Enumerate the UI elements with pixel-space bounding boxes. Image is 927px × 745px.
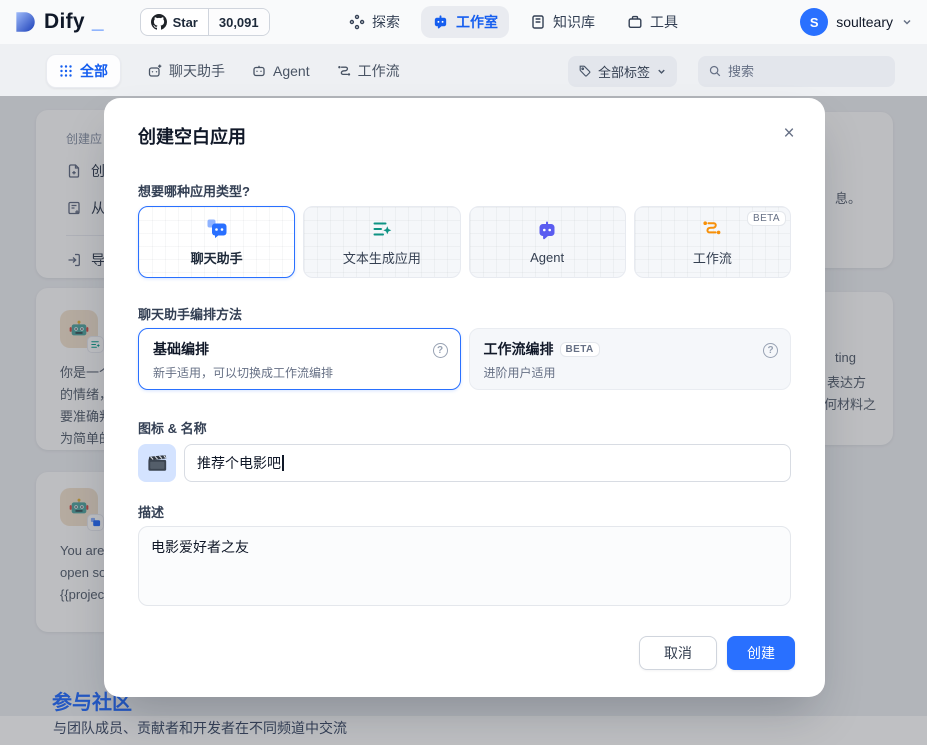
tab-agent[interactable]: Agent — [251, 63, 310, 79]
nav-item-explore[interactable]: 探索 — [338, 6, 411, 38]
apps-tabbar: 全部 聊天助手 Agent 工作流 全部标签 — [0, 44, 927, 98]
help-icon[interactable]: ? — [432, 343, 448, 358]
help-icon[interactable]: ? — [763, 343, 778, 358]
logo-text: Dify — [44, 10, 85, 33]
user-name: soulteary — [836, 14, 893, 30]
icon-name-label: 图标 & 名称 — [138, 421, 207, 436]
clapperboard-icon — [146, 452, 168, 474]
chat-assistant-icon — [205, 217, 229, 241]
modal-title: 创建空白应用 — [138, 127, 246, 147]
beta-badge: BETA — [559, 341, 600, 357]
option-title: 基础编排 — [153, 341, 209, 357]
cancel-button[interactable]: 取消 — [639, 636, 717, 670]
app-icon-picker[interactable] — [138, 444, 176, 482]
dify-logo[interactable]: Dify _ — [12, 9, 104, 35]
text-generation-icon — [370, 217, 394, 241]
robot-icon — [432, 14, 449, 31]
avatar[interactable]: S — [800, 8, 829, 36]
grid-icon — [59, 64, 73, 78]
type-card-label: Agent — [530, 250, 565, 265]
tab-workflow[interactable]: 工作流 — [336, 61, 400, 81]
github-icon — [150, 14, 167, 30]
create-blank-app-modal: 创建空白应用 × 想要哪种应用类型? 聊天助手 文本生成应用 Agent BET… — [104, 98, 825, 697]
tab-all[interactable]: 全部 — [46, 54, 121, 88]
option-subtitle: 进阶用户适用 — [483, 366, 556, 380]
top-navbar: Dify _ Star 30,091 探索 工作室 知识库 工具 S soult… — [0, 0, 927, 44]
tab-label: 工作流 — [357, 63, 400, 79]
chevron-down-icon — [656, 66, 667, 77]
type-card-label: 聊天助手 — [190, 251, 243, 266]
screen: Dify _ Star 30,091 探索 工作室 知识库 工具 S soult… — [0, 0, 927, 745]
github-star-label: Star — [172, 14, 198, 30]
github-star-button[interactable]: Star 30,091 — [139, 8, 270, 36]
toolbox-icon — [627, 14, 643, 30]
main-nav: 探索 工作室 知识库 工具 — [338, 0, 689, 44]
create-button[interactable]: 创建 — [727, 636, 795, 670]
nav-item-knowledge[interactable]: 知识库 — [519, 6, 606, 38]
close-icon[interactable]: × — [777, 122, 801, 146]
dify-logo-icon — [12, 9, 38, 35]
type-card-workflow[interactable]: BETA 工作流 — [633, 206, 791, 278]
nav-label: 工作室 — [456, 14, 498, 30]
type-card-agent[interactable]: Agent — [468, 206, 626, 278]
search-icon — [708, 64, 722, 78]
text-caret — [282, 455, 284, 471]
agent-icon — [535, 219, 559, 243]
type-card-label: 文本生成应用 — [342, 251, 421, 266]
tab-chat-assistant[interactable]: 聊天助手 — [147, 61, 225, 81]
description-label: 描述 — [138, 505, 165, 520]
option-title: 工作流编排 — [483, 341, 554, 357]
tab-label: Agent — [273, 63, 310, 79]
nav-item-tools[interactable]: 工具 — [616, 6, 689, 38]
orchestration-label: 聊天助手编排方法 — [138, 307, 243, 322]
type-card-label: 工作流 — [692, 251, 732, 266]
workflow-orange-icon — [700, 217, 724, 241]
search-input[interactable] — [728, 63, 868, 79]
option-workflow-orchestration[interactable]: 工作流编排 BETA 进阶用户适用 ? — [468, 328, 791, 390]
app-name-value: 推荐个电影吧 — [197, 455, 281, 471]
user-menu[interactable]: S soulteary — [800, 0, 913, 44]
search-field[interactable] — [698, 55, 895, 87]
icon-name-row: 推荐个电影吧 — [138, 444, 791, 482]
beta-badge: BETA — [747, 211, 786, 226]
app-type-cards: 聊天助手 文本生成应用 Agent BETA 工作流 — [138, 206, 791, 278]
app-type-label: 想要哪种应用类型? — [138, 184, 250, 199]
option-basic-orchestration[interactable]: 基础编排 新手适用，可以切换成工作流编排 ? — [138, 328, 461, 390]
chatbot-plus-icon — [147, 63, 163, 79]
modal-footer: 取消 创建 — [639, 636, 795, 670]
orchestration-options: 基础编排 新手适用，可以切换成工作流编排 ? 工作流编排 BETA 进阶用户适用… — [138, 328, 791, 390]
tab-label: 全部 — [80, 63, 108, 79]
tab-label: 聊天助手 — [169, 63, 225, 79]
nav-label: 知识库 — [553, 14, 595, 30]
workflow-icon — [336, 63, 352, 79]
github-star-count[interactable]: 30,091 — [207, 9, 269, 35]
book-icon — [530, 14, 546, 30]
tag-icon — [578, 64, 592, 78]
nav-label: 工具 — [650, 14, 678, 30]
app-description-textarea[interactable]: 电影爱好者之友 — [138, 526, 791, 606]
app-name-input[interactable]: 推荐个电影吧 — [184, 444, 791, 482]
logo-cursor: _ — [91, 10, 104, 33]
explore-icon — [349, 14, 365, 30]
robot-outline-icon — [251, 63, 267, 79]
type-card-chat-assistant[interactable]: 聊天助手 — [138, 206, 296, 278]
tag-filter-label: 全部标签 — [597, 64, 650, 80]
github-star-segment[interactable]: Star — [141, 9, 208, 35]
nav-item-studio[interactable]: 工作室 — [421, 6, 509, 38]
option-subtitle: 新手适用，可以切换成工作流编排 — [153, 366, 334, 380]
tag-filter-dropdown[interactable]: 全部标签 — [567, 55, 677, 87]
type-card-text-generation[interactable]: 文本生成应用 — [303, 206, 461, 278]
nav-label: 探索 — [372, 14, 400, 30]
chevron-down-icon — [901, 16, 913, 28]
